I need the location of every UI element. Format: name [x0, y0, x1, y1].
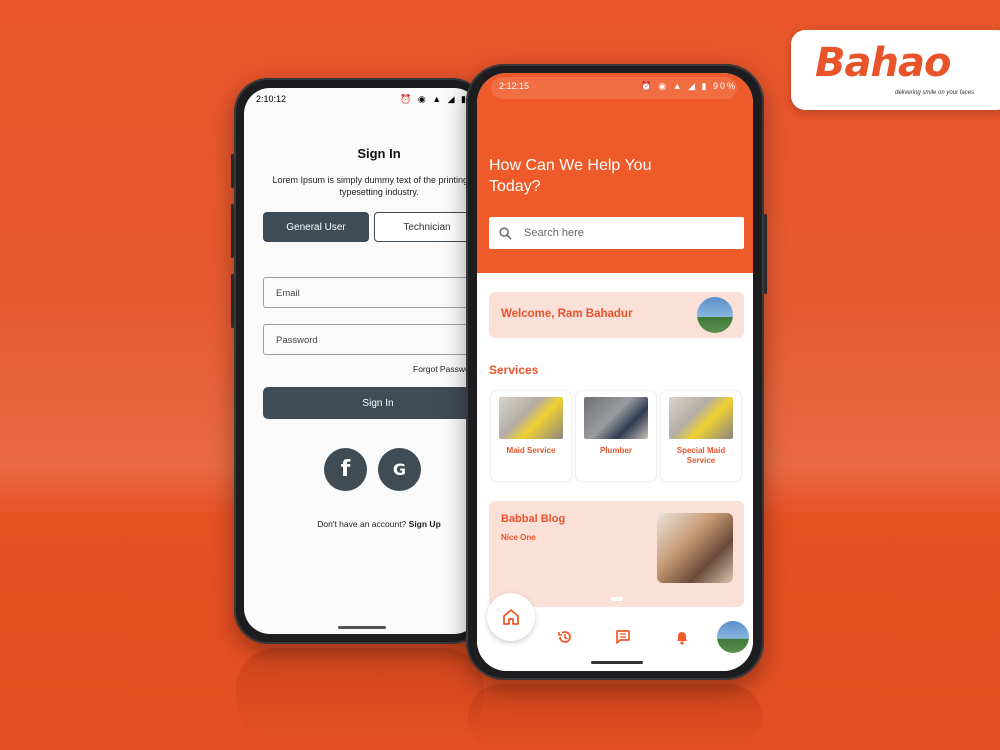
- right-phone-reflection: [468, 684, 762, 750]
- left-phone-frame: 2:10:12 ⏰ ◉ ▲ ◢ ▮ Sign In Lorem Ipsum is…: [231, 78, 486, 644]
- special-maid-image: [669, 397, 733, 439]
- search-icon: [499, 226, 512, 240]
- blog-subtitle: Nice One: [501, 533, 536, 542]
- services-title: Services: [489, 363, 539, 377]
- status-icons: ⏰ ◉ ▲ ◢ ▮: [400, 94, 468, 104]
- brand-logo-badge: Bahao delivering smile on your faces: [791, 30, 1000, 110]
- chat-icon[interactable]: [615, 629, 631, 645]
- page-description: Lorem Ipsum is simply dummy text of the …: [272, 175, 480, 197]
- right-phone-frame: 2:12:15 ⏰ ◉ ▲ ◢ ▮ 90% How Can We Help Yo…: [466, 64, 767, 680]
- nav-home-button[interactable]: [487, 593, 535, 641]
- bell-icon[interactable]: [674, 629, 690, 645]
- plumber-image: [584, 397, 648, 439]
- email-field[interactable]: Email: [263, 277, 480, 308]
- email-placeholder: Email: [276, 288, 300, 299]
- welcome-card: Welcome, Ram Bahadur: [489, 292, 744, 338]
- search-input[interactable]: Search here: [489, 217, 744, 249]
- avatar[interactable]: [697, 297, 733, 333]
- brand-logo: Bahao: [815, 40, 951, 86]
- home-icon: [503, 609, 519, 625]
- home-screen: 2:12:15 ⏰ ◉ ▲ ◢ ▮ 90% How Can We Help Yo…: [477, 73, 753, 671]
- service-label: Plumber: [599, 446, 632, 455]
- service-label: Special Maid Service: [676, 446, 726, 465]
- maid-image: [499, 397, 563, 439]
- blog-title: Babbal Blog: [501, 513, 566, 525]
- facebook-icon: f: [340, 457, 351, 482]
- signup-prompt: Don't have an account? Sign Up: [244, 519, 480, 529]
- phone-button: [764, 214, 767, 294]
- carousel-indicator[interactable]: [611, 597, 623, 601]
- page-title: Sign In: [357, 146, 401, 161]
- home-indicator: [591, 661, 643, 664]
- service-label: Maid Service: [506, 446, 556, 455]
- welcome-text: Welcome, Ram Bahadur: [501, 308, 633, 320]
- history-icon[interactable]: [557, 629, 573, 645]
- signup-link[interactable]: Sign Up: [409, 519, 441, 529]
- phone-button: [231, 204, 234, 258]
- brand-tagline: delivering smile on your faces: [895, 90, 975, 96]
- phone-button: [231, 154, 234, 188]
- search-placeholder: Search here: [524, 227, 584, 239]
- service-card-special-maid[interactable]: Special Maid Service: [661, 391, 741, 481]
- page-heading: How Can We Help You Today?: [489, 157, 652, 195]
- signin-screen: 2:10:12 ⏰ ◉ ▲ ◢ ▮ Sign In Lorem Ipsum is…: [244, 88, 480, 634]
- signup-prompt-text: Don't have an account?: [317, 519, 407, 529]
- service-card-plumber[interactable]: Plumber: [576, 391, 656, 481]
- left-phone-reflection: [236, 648, 484, 738]
- service-card-maid[interactable]: Maid Service: [491, 391, 571, 481]
- status-bar: 2:12:15 ⏰ ◉ ▲ ◢ ▮ 90%: [477, 73, 753, 95]
- tab-technician[interactable]: Technician: [374, 212, 480, 242]
- status-icons: ⏰ ◉ ▲ ◢ ▮ 90%: [640, 81, 737, 91]
- google-icon: G: [392, 460, 407, 479]
- blog-image: [657, 513, 733, 583]
- status-bar: 2:10:12 ⏰ ◉ ▲ ◢ ▮: [244, 88, 480, 110]
- google-login-button[interactable]: G: [378, 448, 421, 491]
- nav-profile-avatar[interactable]: [717, 621, 749, 653]
- home-indicator: [338, 626, 386, 629]
- password-placeholder: Password: [276, 335, 318, 346]
- password-field[interactable]: Password ◔: [263, 324, 480, 355]
- status-time: 2:10:12: [256, 94, 287, 104]
- signin-button[interactable]: Sign In: [263, 387, 480, 419]
- status-time: 2:12:15: [499, 81, 530, 91]
- phone-button: [231, 274, 234, 328]
- facebook-login-button[interactable]: f: [324, 448, 367, 491]
- tab-general-user[interactable]: General User: [263, 212, 369, 242]
- blog-card[interactable]: Babbal Blog Nice One: [489, 501, 744, 607]
